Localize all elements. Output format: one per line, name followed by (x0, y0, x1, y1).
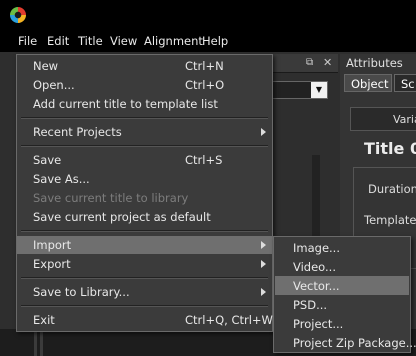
current-title-name: Title 02 (364, 139, 416, 158)
bottom-divider (34, 329, 37, 356)
menu-item-save-as[interactable]: Save As... (17, 170, 272, 188)
menu-item-exit[interactable]: Exit Ctrl+Q, Ctrl+W (17, 311, 273, 329)
menu-separator (21, 277, 268, 279)
menu-item-open[interactable]: Open... Ctrl+O (17, 76, 272, 94)
menu-item-label: Save current project as default (33, 210, 211, 224)
menu-separator (21, 305, 268, 307)
menu-help[interactable]: Help (202, 34, 228, 48)
menu-alignment[interactable]: Alignment (144, 34, 203, 48)
tab-scene-label: Sc (401, 77, 415, 91)
menu-bar: File Edit Title View Alignment Help (0, 30, 416, 52)
title-bar (0, 0, 416, 30)
submenu-arrow-icon (261, 128, 266, 136)
tab-scene[interactable]: Sc (394, 74, 416, 92)
duration-label: Duration (368, 182, 416, 196)
menu-separator (21, 145, 268, 147)
submenu-item-label: Image... (293, 241, 340, 255)
menu-edit[interactable]: Edit (47, 34, 69, 48)
submenu-item-psd[interactable]: PSD... (275, 295, 409, 314)
menu-title[interactable]: Title (78, 34, 103, 48)
menu-item-save[interactable]: Save Ctrl+S (17, 151, 272, 169)
submenu-item-video[interactable]: Video... (275, 257, 409, 276)
submenu-arrow-icon (261, 288, 266, 296)
menu-item-label: Save As... (33, 172, 90, 186)
submenu-item-project-zip-package[interactable]: Project Zip Package... (275, 333, 416, 352)
menu-item-label: Recent Projects (33, 125, 122, 139)
menu-item-export[interactable]: Export (17, 255, 272, 273)
submenu-item-label: Vector... (293, 279, 340, 293)
dock-close-icon[interactable]: ✕ (323, 56, 332, 69)
menu-item-label: Save to Library... (33, 285, 130, 299)
variant-button-label: Varia (393, 113, 416, 126)
menu-item-label: Open... (33, 78, 75, 92)
menu-item-label: Save current title to library (33, 191, 189, 205)
menu-item-label: Export (33, 257, 71, 271)
submenu-item-vector[interactable]: Vector... (275, 276, 409, 295)
app-logo-icon (10, 7, 26, 23)
dock-float-icon[interactable]: ⧉ (306, 57, 313, 68)
menu-item-recent-projects[interactable]: Recent Projects (17, 123, 272, 141)
submenu-item-project[interactable]: Project... (275, 314, 409, 333)
menu-item-save-project-as-default[interactable]: Save current project as default (17, 208, 272, 226)
menu-item-shortcut: Ctrl+O (185, 78, 225, 92)
menu-item-import[interactable]: Import (17, 236, 272, 254)
menu-separator (21, 230, 268, 232)
submenu-arrow-icon (261, 260, 266, 268)
attributes-panel-title: Attributes (346, 56, 403, 70)
menu-item-shortcut: Ctrl+Q, Ctrl+W (185, 313, 273, 327)
menu-view[interactable]: View (110, 34, 137, 48)
menu-item-save-title-to-library: Save current title to library (17, 189, 272, 207)
variant-button[interactable]: Varia (350, 107, 416, 131)
menu-item-shortcut: Ctrl+S (185, 153, 223, 167)
menu-item-label: Exit (33, 313, 55, 327)
submenu-item-image[interactable]: Image... (275, 238, 409, 257)
bottom-divider (40, 329, 43, 356)
menu-item-label: Add current title to template list (33, 97, 218, 111)
submenu-item-label: Video... (293, 260, 336, 274)
menu-separator (21, 117, 268, 119)
tab-object-label: Object (351, 77, 389, 91)
menu-item-new[interactable]: New Ctrl+N (17, 57, 272, 75)
menu-file[interactable]: File (18, 34, 37, 48)
tab-object[interactable]: Object (344, 74, 392, 92)
submenu-arrow-icon (261, 241, 266, 249)
submenu-item-label: Project Zip Package... (293, 336, 416, 350)
menu-item-shortcut: Ctrl+N (185, 59, 224, 73)
submenu-item-label: Project... (293, 317, 344, 331)
submenu-item-label: PSD... (293, 298, 328, 312)
menu-item-label: Save (33, 153, 62, 167)
menu-item-add-to-template-list[interactable]: Add current title to template list (17, 95, 272, 113)
template-label: Template (364, 213, 416, 227)
file-menu: New Ctrl+N Open... Ctrl+O Add current ti… (16, 54, 273, 332)
dock-dropdown[interactable]: ▼ (268, 81, 328, 99)
chevron-down-icon: ▼ (311, 82, 327, 98)
menu-item-label: Import (33, 238, 72, 252)
dock-scrollbar[interactable] (312, 155, 320, 245)
menu-item-label: New (33, 59, 59, 73)
menu-item-save-to-library[interactable]: Save to Library... (17, 283, 272, 301)
import-submenu: Image... Video... Vector... PSD... Proje… (273, 236, 416, 353)
